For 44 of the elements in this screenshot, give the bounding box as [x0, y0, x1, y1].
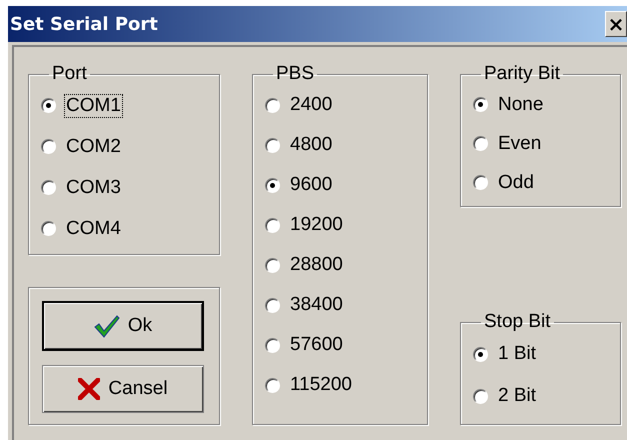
radio-label[interactable]: 4800	[288, 133, 334, 157]
checkmark-icon	[94, 314, 120, 338]
radio-label[interactable]: COM4	[64, 216, 123, 240]
radio-label[interactable]: Even	[496, 132, 544, 156]
radio-label[interactable]: None	[496, 92, 546, 116]
radio-button[interactable]	[265, 298, 280, 312]
radio-label[interactable]: COM1	[64, 94, 123, 118]
radio-button[interactable]	[473, 388, 488, 404]
radio-label[interactable]: 19200	[288, 213, 345, 237]
radio-label[interactable]: 2400	[288, 93, 334, 117]
ok-button[interactable]: Ok	[42, 301, 204, 351]
radio-label[interactable]: Odd	[496, 170, 536, 194]
radio-button[interactable]	[265, 378, 280, 392]
radio-button[interactable]	[41, 221, 56, 236]
radio-button[interactable]	[473, 136, 488, 151]
group-title: Port	[51, 63, 88, 85]
radio-label[interactable]: 28800	[288, 253, 345, 277]
radio-label[interactable]: 57600	[288, 333, 345, 357]
radio-label[interactable]: 115200	[288, 373, 354, 397]
group-title: Stop Bit	[483, 311, 552, 333]
radio-button[interactable]	[473, 97, 488, 112]
radio-label[interactable]: COM3	[64, 176, 123, 200]
cancel-button[interactable]: Cansel	[42, 365, 204, 413]
radio-label[interactable]: 9600	[288, 173, 334, 197]
radio-button[interactable]	[265, 338, 280, 352]
group-title: Parity Bit	[483, 63, 562, 85]
window-title: Set Serial Port	[10, 14, 158, 34]
radio-label[interactable]: 1 Bit	[496, 342, 538, 366]
radio-button[interactable]	[41, 98, 56, 113]
radio-button[interactable]	[41, 180, 56, 195]
radio-label[interactable]: 38400	[288, 293, 345, 317]
radio-button[interactable]	[473, 175, 488, 190]
radio-button[interactable]	[265, 218, 280, 232]
x-icon	[78, 378, 100, 400]
radio-label[interactable]: COM2	[64, 134, 123, 158]
radio-button[interactable]	[265, 178, 280, 192]
radio-button[interactable]	[41, 139, 56, 154]
radio-label[interactable]: 2 Bit	[496, 384, 538, 408]
group-title: PBS	[275, 63, 316, 85]
radio-button[interactable]	[473, 346, 488, 362]
close-button[interactable]: ×	[605, 11, 627, 37]
radio-button[interactable]	[265, 98, 280, 112]
radio-button[interactable]	[265, 138, 280, 152]
radio-button[interactable]	[265, 258, 280, 272]
